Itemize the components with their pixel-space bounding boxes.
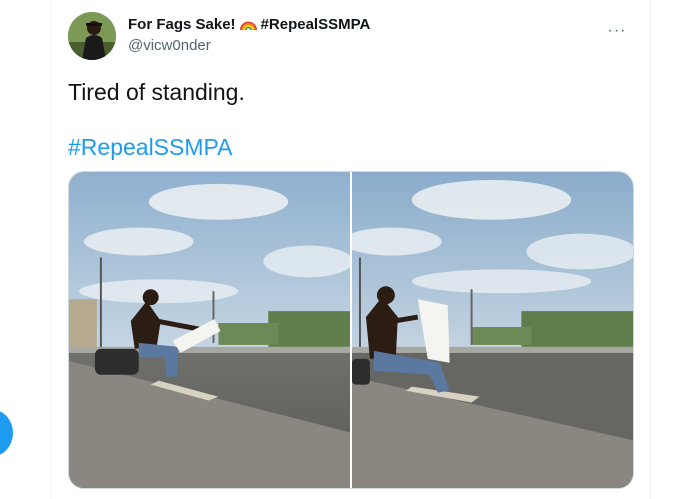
photo-right[interactable] [352,172,633,488]
more-options-icon[interactable]: ··· [600,14,634,48]
author-handle[interactable]: @vicw0nder [128,37,211,54]
page: For Fags Sake! #RepealSSMPA @vicw0nder ·… [0,0,679,499]
media-grid [68,171,634,489]
rainbow-icon [239,21,257,30]
photo-left[interactable] [69,172,350,488]
author-name-line[interactable]: For Fags Sake! #RepealSSMPA [128,16,370,33]
timeline-column: For Fags Sake! #RepealSSMPA @vicw0nder ·… [51,0,651,499]
author-display-name[interactable]: For Fags Sake! [128,16,236,33]
tweet-hashtag-link[interactable]: #RepealSSMPA [68,133,233,161]
tweet-text: Tired of standing. [68,79,245,105]
author-name-hashtag[interactable]: #RepealSSMPA [261,16,371,33]
avatar[interactable] [68,12,116,60]
compose-fab[interactable] [0,410,13,456]
